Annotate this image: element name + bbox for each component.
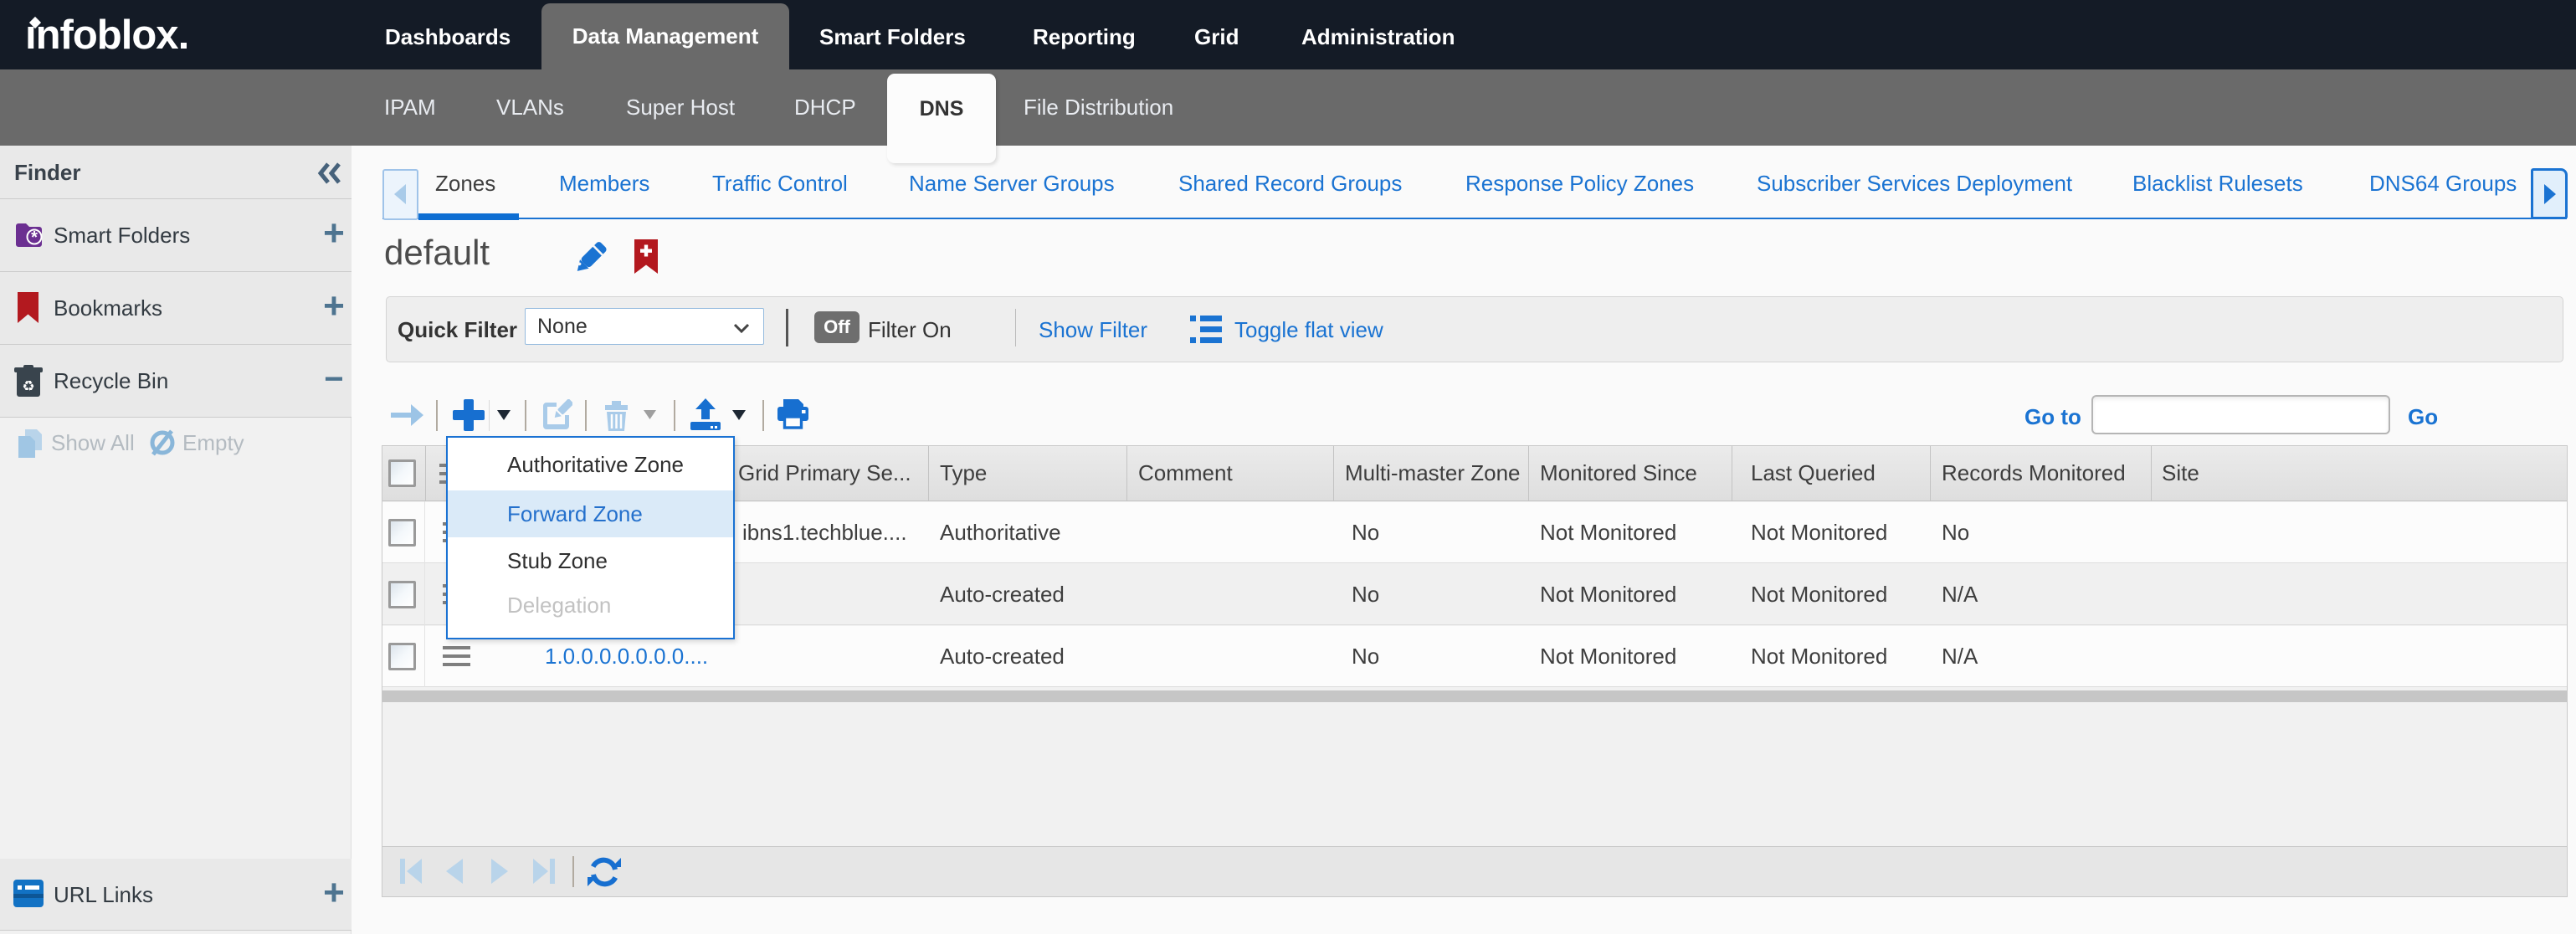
svg-text:*: * (31, 228, 38, 247)
svg-text:♻: ♻ (22, 378, 34, 394)
